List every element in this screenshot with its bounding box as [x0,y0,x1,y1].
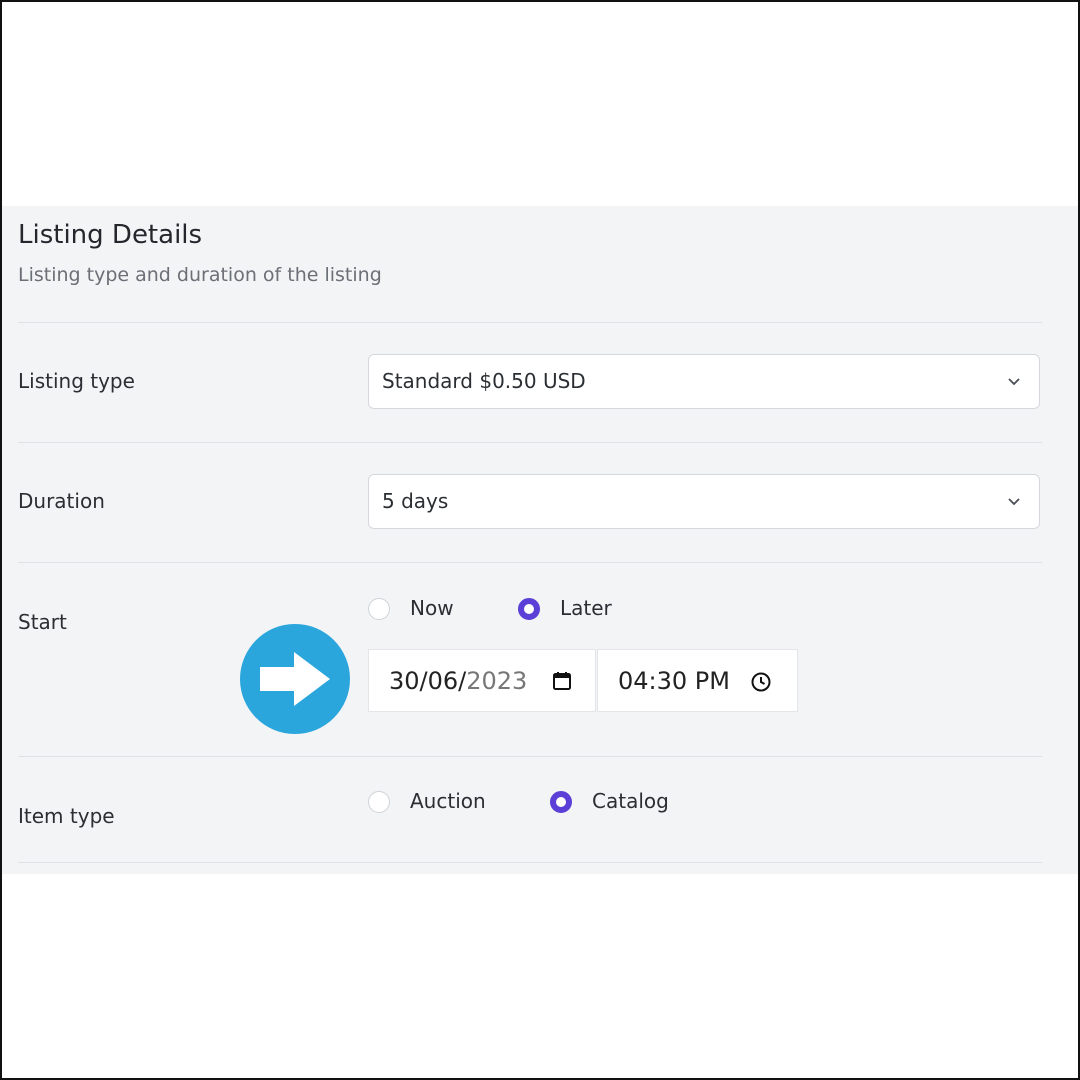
start-now-label: Now [410,596,454,620]
radio-circle-checked[interactable] [518,598,540,620]
date-value: 30/06/2023 [389,667,527,695]
section-subtitle: Listing type and duration of the listing [18,264,382,286]
calendar-icon[interactable] [552,671,572,691]
clock-icon[interactable] [750,671,772,693]
start-time-input[interactable]: 04:30 PM [597,649,798,712]
divider [18,442,1042,443]
arrow-right-badge [240,624,350,734]
section-title: Listing Details [18,220,203,250]
catalog-label: Catalog [592,789,669,813]
listing-details-panel: Listing Details Listing type and duratio… [2,206,1078,874]
duration-value: 5 days [382,489,449,513]
divider [18,562,1042,563]
divider [18,322,1042,323]
time-value: 04:30 PM [618,667,730,695]
listing-type-select[interactable]: Standard $0.50 USD [368,354,1040,409]
start-later-label: Later [560,596,612,620]
start-date-input[interactable]: 30/06/2023 [368,649,596,712]
chevron-down-icon [1008,498,1020,506]
date-year: 2023 [466,667,528,695]
radio-circle-checked[interactable] [550,791,572,813]
duration-select[interactable]: 5 days [368,474,1040,529]
radio-circle[interactable] [368,791,390,813]
item-type-label: Item type [18,804,115,828]
arrow-right-icon [260,652,330,706]
divider [18,862,1042,863]
divider [18,756,1042,757]
radio-circle[interactable] [368,598,390,620]
start-label: Start [18,610,67,634]
duration-label: Duration [18,489,105,513]
date-day-month: 30/06/ [389,667,467,695]
listing-type-value: Standard $0.50 USD [382,369,586,393]
listing-type-label: Listing type [18,369,135,393]
auction-label: Auction [410,789,486,813]
chevron-down-icon [1008,378,1020,386]
